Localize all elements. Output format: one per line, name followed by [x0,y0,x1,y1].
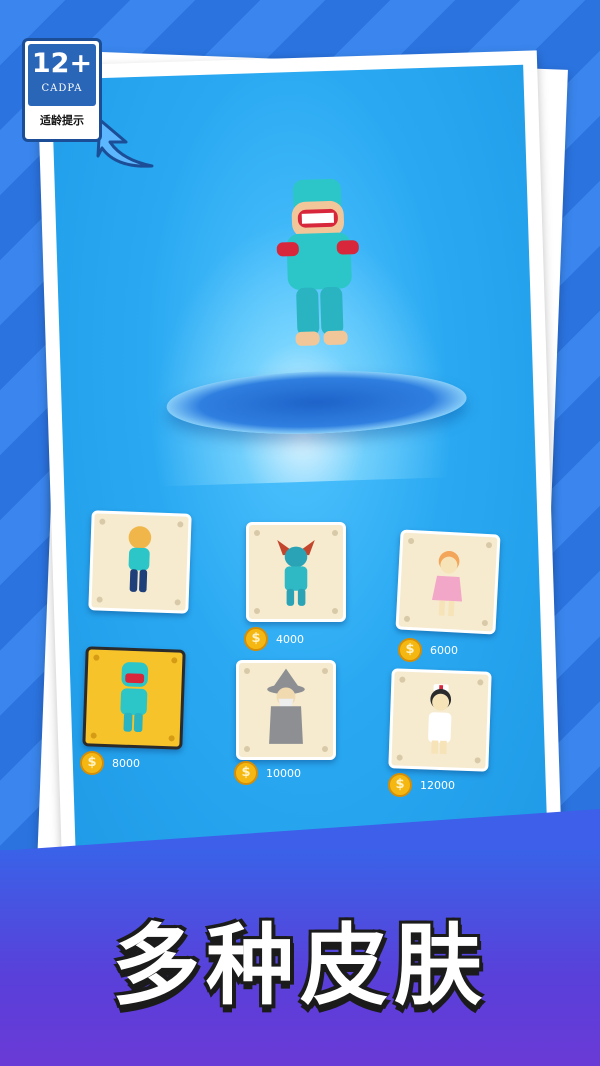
nurse-icon [428,684,452,755]
skin-card-2[interactable] [246,522,346,622]
skin-card-6[interactable] [388,668,492,772]
horned-warrior-icon [277,540,315,606]
price-tag-5: $ 10000 [234,760,301,786]
price-tag-4: $ 8000 [80,750,140,776]
coin-icon: $ [398,638,422,662]
price-text: 8000 [112,756,140,770]
price-text: 6000 [430,643,458,657]
blue-shirt-runner-icon [128,526,152,593]
price-tag-2: $ 4000 [244,626,304,652]
pink-dress-girl-icon [431,551,463,617]
coin-icon: $ [234,761,258,785]
promo-title: 多种皮肤 [111,914,488,1017]
skin-card-3[interactable] [395,529,501,635]
price-text: 10000 [266,766,301,780]
arrow-icon [96,118,154,168]
skin-card-4-selected[interactable] [82,646,186,750]
age-rating-badge: 12+ CADPA 适龄提示 [22,38,102,142]
price-text: 12000 [420,778,455,792]
coin-icon: $ [80,751,104,775]
coin-icon: $ [244,627,268,651]
skin-card-1[interactable] [88,510,192,614]
price-text: 4000 [276,632,304,646]
robot-helmet-runner-icon [120,662,149,733]
price-tag-6: $ 12000 [388,772,455,798]
rating-org: CADPA [41,83,83,94]
price-tag-3: $ 6000 [398,637,458,663]
rating-note: 适龄提示 [40,114,84,127]
gray-wizard-icon [267,668,305,744]
skin-card-5[interactable] [236,660,336,760]
age-rating: 12+ [31,48,93,79]
coin-icon: $ [388,773,412,797]
